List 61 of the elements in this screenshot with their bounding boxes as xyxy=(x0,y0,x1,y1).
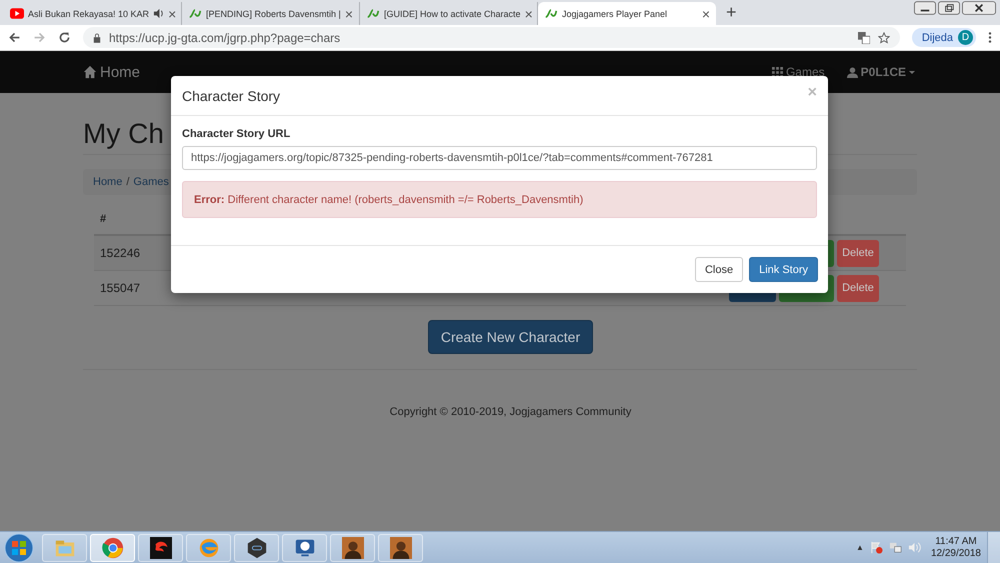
browser-tab[interactable]: Jogjagamers Player Panel × xyxy=(538,2,716,25)
lock-icon xyxy=(93,32,101,42)
network-icon[interactable] xyxy=(888,541,902,554)
taskbar-app[interactable] xyxy=(330,534,375,562)
site-logo-icon xyxy=(188,8,202,19)
tab-title: [PENDING] Roberts Davensmtih | xyxy=(206,8,341,18)
browser-icon xyxy=(198,536,220,558)
user-menu[interactable]: P0L1CE xyxy=(846,65,915,79)
clock[interactable]: 11:47 AM 12/29/2018 xyxy=(930,536,981,560)
modal-title: Character Story xyxy=(182,88,280,104)
star-icon[interactable] xyxy=(878,32,890,44)
taskbar-app[interactable] xyxy=(282,534,327,562)
delete-button[interactable]: Delete xyxy=(837,274,879,302)
translate-icon[interactable] xyxy=(858,32,870,44)
field-label: Character Story URL xyxy=(182,128,292,140)
close-tab-button[interactable]: × xyxy=(524,6,533,22)
close-window-button[interactable] xyxy=(962,1,996,15)
chrome-icon xyxy=(102,536,124,558)
tab-title: Asli Bukan Rekayasa! 10 KAR xyxy=(28,8,150,18)
person-icon xyxy=(342,536,364,558)
delete-button[interactable]: Delete xyxy=(837,240,879,266)
table-cell: 152246 xyxy=(100,246,140,260)
copyright: Copyright © 2010-2019, Jogjagamers Community xyxy=(388,406,632,418)
home-icon xyxy=(83,65,97,79)
error-alert: Error: Different character name! (roberts_davensmith =/= Roberts_Davensmtih) xyxy=(182,181,817,218)
close-tab-button[interactable]: × xyxy=(702,6,710,22)
home-link[interactable]: Home xyxy=(83,64,140,80)
emulator-icon xyxy=(246,536,268,558)
close-dialog-button[interactable]: Close xyxy=(694,257,744,282)
create-character-button[interactable]: Create New Character xyxy=(428,320,594,354)
video-icon xyxy=(10,8,24,19)
url-field[interactable]: https://jogjagamers.org/topic/87325-pending-roberts-davensmtih-p0l1ce/?tab=comments#comment-767281 xyxy=(182,146,817,170)
close-tab-button[interactable]: × xyxy=(168,6,176,22)
taskbar-app[interactable] xyxy=(138,534,183,562)
table-cell: 155047 xyxy=(100,281,140,295)
tab-title: Jogjagamers Player Panel xyxy=(562,8,668,18)
start-button[interactable] xyxy=(4,532,34,562)
show-hidden-icons-button[interactable]: ▲ xyxy=(856,543,864,552)
close-tab-button[interactable]: × xyxy=(344,6,354,22)
new-tab-button[interactable]: + xyxy=(726,2,737,23)
user-icon xyxy=(846,66,858,78)
breadcrumb-separator: / xyxy=(126,176,130,188)
column-header: # xyxy=(100,213,106,225)
link-story-button[interactable]: Link Story xyxy=(749,257,818,282)
person-icon xyxy=(390,536,412,558)
profile-button[interactable]: Dijeda D xyxy=(912,28,976,47)
avatar: D xyxy=(958,30,973,45)
taskbar-app[interactable] xyxy=(378,534,423,562)
site-logo-icon xyxy=(544,8,558,19)
menu-icon[interactable] xyxy=(988,31,992,44)
minimize-button[interactable] xyxy=(914,1,936,15)
site-logo-icon xyxy=(366,8,380,19)
restore-button[interactable] xyxy=(938,1,960,15)
reload-icon[interactable] xyxy=(58,31,71,44)
taskbar-app[interactable] xyxy=(234,534,279,562)
game-icon xyxy=(150,536,172,558)
speaker-icon[interactable] xyxy=(153,8,164,19)
address-bar[interactable]: https://ucp.jg-gta.com/jgrp.php?page=chars xyxy=(83,27,900,48)
tab-title: [GUIDE] How to activate Characte xyxy=(384,8,521,18)
back-icon[interactable] xyxy=(8,31,21,44)
flag-icon[interactable] xyxy=(870,541,883,554)
